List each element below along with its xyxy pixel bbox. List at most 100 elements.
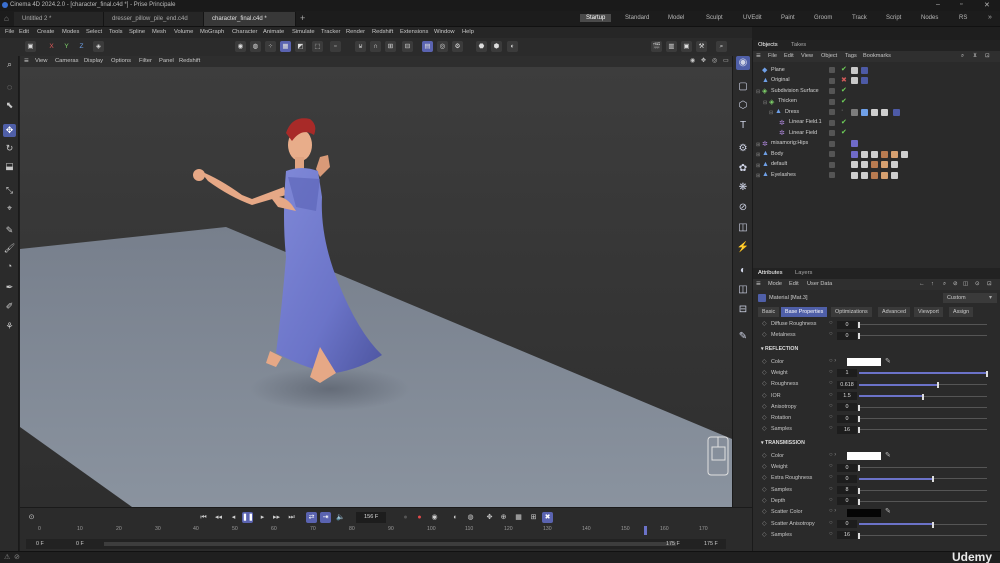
keyframe-diamond-icon[interactable]: ◇ — [762, 425, 767, 432]
key-position-icon[interactable]: ◍ — [465, 512, 476, 523]
keyframe-diamond-icon[interactable]: ◇ — [762, 331, 767, 338]
animate-toggle-icon[interactable]: ○ — [829, 320, 833, 326]
animate-toggle-icon[interactable]: ○ — [829, 403, 833, 409]
range-start-field[interactable]: 0 F — [36, 541, 44, 547]
attr-value-field[interactable]: 0 — [837, 497, 857, 506]
object-row-linear-field[interactable]: ✲ Linear Field ✔ — [753, 128, 1000, 138]
edges-mode-icon[interactable]: ▦ — [280, 41, 291, 52]
viewport-camera-icon[interactable]: ◉ — [690, 58, 695, 64]
layout-startup[interactable]: Startup — [580, 14, 612, 22]
autokey-icon[interactable]: ◉ — [429, 512, 440, 523]
layout-standard[interactable]: Standard — [625, 15, 649, 21]
magnet-icon[interactable]: ∩ — [370, 41, 381, 52]
expand-icon[interactable]: ⊡ — [987, 281, 992, 287]
animate-toggle-icon[interactable]: ○ — [829, 497, 833, 503]
uv-mode-icon[interactable]: ⬚ — [312, 41, 323, 52]
go-to-start-icon[interactable]: ⏮ — [198, 512, 209, 523]
scale-tool-icon[interactable]: ⬓ — [3, 160, 16, 173]
render-clapper-icon[interactable]: 🎬 — [651, 41, 662, 52]
maximize-icon[interactable]: ▫ — [960, 1, 962, 8]
keyframe-selection-icon[interactable]: ◐ — [450, 512, 461, 523]
doc-tab-dresser[interactable]: dresser_pillow_pile_end.c4d — [104, 12, 204, 26]
viewport-menu-cameras[interactable]: Cameras — [55, 58, 79, 64]
objects-panel-icon[interactable]: ◉ — [736, 56, 750, 70]
range-end-field[interactable]: 175 F — [666, 541, 680, 547]
tab-layers[interactable]: Layers — [795, 270, 812, 276]
attr-slider-knob[interactable] — [937, 382, 939, 389]
layout-model[interactable]: Model — [668, 15, 684, 21]
render-view-icon[interactable]: ⬢ — [491, 41, 502, 52]
snap-tool-icon[interactable]: ⌖ — [3, 202, 16, 215]
keyframe-diamond-icon[interactable]: ◇ — [762, 497, 767, 504]
range-end-2-field[interactable]: 175 F — [704, 541, 718, 547]
script-status-icon[interactable]: ⚠ — [4, 553, 10, 561]
attr-slider-track[interactable] — [859, 418, 987, 420]
animate-toggle-icon[interactable]: ○ — [829, 331, 833, 337]
attr-slider-knob[interactable] — [858, 487, 860, 494]
camera-object-icon[interactable]: ◐ — [736, 264, 750, 278]
transform-tool-icon[interactable]: ⤡ — [3, 184, 16, 197]
attr-row-samples[interactable]: ◇ Samples ○ 16 — [753, 424, 1000, 435]
attr-row-scatter-anisotropy[interactable]: ◇ Scatter Anisotropy ○ 0 — [753, 519, 1000, 530]
back-arrow-icon[interactable]: ← — [919, 281, 925, 287]
keyframe-diamond-icon[interactable]: ◇ — [762, 508, 767, 515]
attr-slider-track[interactable] — [859, 406, 987, 408]
subtab-basic[interactable]: Basic — [758, 307, 780, 317]
layout-paint[interactable]: Paint — [781, 15, 795, 21]
attr-slider-track[interactable] — [859, 429, 987, 431]
settings-icon[interactable]: ⚙ — [452, 41, 463, 52]
layout-groom[interactable]: Groom — [814, 15, 832, 21]
light-object-icon[interactable]: ◫ — [736, 283, 750, 297]
attr-slider-track[interactable] — [859, 324, 987, 325]
objects-options-icon[interactable]: ≡ — [756, 51, 761, 60]
attr-slider-knob[interactable] — [858, 322, 860, 328]
tab-attributes[interactable]: Attributes — [758, 270, 783, 276]
attr-value-field[interactable]: 0 — [837, 331, 857, 340]
text-object-icon[interactable]: T — [736, 119, 750, 133]
attributes-options-icon[interactable]: ≡ — [756, 279, 761, 288]
attr-slider-knob[interactable] — [922, 393, 924, 400]
attr-row-anisotropy[interactable]: ◇ Anisotropy ○ 0 — [753, 402, 1000, 413]
object-row-dress[interactable]: ⊟ ▲ Dress · — [753, 107, 1000, 117]
attr-slider-knob[interactable] — [858, 333, 860, 340]
points-mode-icon[interactable]: ⁘ — [265, 41, 276, 52]
layout-track[interactable]: Track — [852, 15, 867, 21]
pen-tool-icon[interactable]: ✒ — [3, 281, 16, 294]
section-header[interactable]: ▾ REFLECTION — [761, 346, 798, 352]
menu-redshift[interactable]: Redshift — [372, 29, 393, 35]
keyframe-diamond-icon[interactable]: ◇ — [762, 403, 767, 410]
preset-dropdown[interactable]: Custom ▾ — [943, 293, 997, 303]
next-frame-icon[interactable]: ▸ — [257, 512, 268, 523]
deformer-icon[interactable]: ❋ — [736, 181, 750, 195]
render-region-icon[interactable]: ⬣ — [476, 41, 487, 52]
keyframe-diamond-icon[interactable]: ◇ — [762, 452, 767, 459]
eyedropper-icon[interactable]: ✎ — [885, 357, 891, 365]
spline-icon[interactable]: ⊘ — [736, 201, 750, 215]
animate-toggle-icon[interactable]: ○ — [829, 463, 833, 469]
layout-rs[interactable]: RS — [959, 15, 967, 21]
new-panel-icon[interactable]: ◫ — [963, 281, 968, 287]
objects-menu-file[interactable]: File — [768, 53, 777, 59]
keyframe-diamond-icon[interactable]: ◇ — [762, 392, 767, 399]
grid-snap-icon[interactable]: ⊟ — [402, 41, 413, 52]
animate-toggle-icon[interactable]: ○ — [829, 531, 833, 537]
attr-row-color[interactable]: ◇ Color ○ › ✎ — [753, 357, 1000, 368]
menu-render[interactable]: Render — [346, 29, 365, 35]
close-icon[interactable]: ✕ — [984, 1, 990, 9]
object-row-body[interactable]: ⊞ ▲ Body — [753, 149, 1000, 159]
menu-edit[interactable]: Edit — [19, 29, 29, 35]
objects-menu-bookmarks[interactable]: Bookmarks — [863, 53, 891, 59]
attr-slider-knob[interactable] — [858, 498, 860, 505]
range-bar[interactable]: 0 F 0 F 175 F 175 F — [26, 539, 726, 549]
knife-tool-icon[interactable]: ✎ — [3, 224, 16, 237]
attr-row-metalness[interactable]: ◇ Metalness ○ 0 — [753, 330, 1000, 341]
attr-value-field[interactable]: 0 — [837, 463, 857, 472]
menu-extensions[interactable]: Extensions — [400, 29, 428, 35]
attr-value-field[interactable]: 0.618 — [837, 380, 857, 389]
keyframe-diamond-icon[interactable]: ◇ — [762, 531, 767, 538]
keyframe-diamond-icon[interactable]: ◇ — [762, 369, 767, 376]
menu-volume[interactable]: Volume — [174, 29, 193, 35]
eyedropper-icon[interactable]: ✎ — [885, 507, 891, 515]
menu-mesh[interactable]: Mesh — [152, 29, 166, 35]
attributes-search-icon[interactable]: ⌕ — [943, 281, 946, 288]
